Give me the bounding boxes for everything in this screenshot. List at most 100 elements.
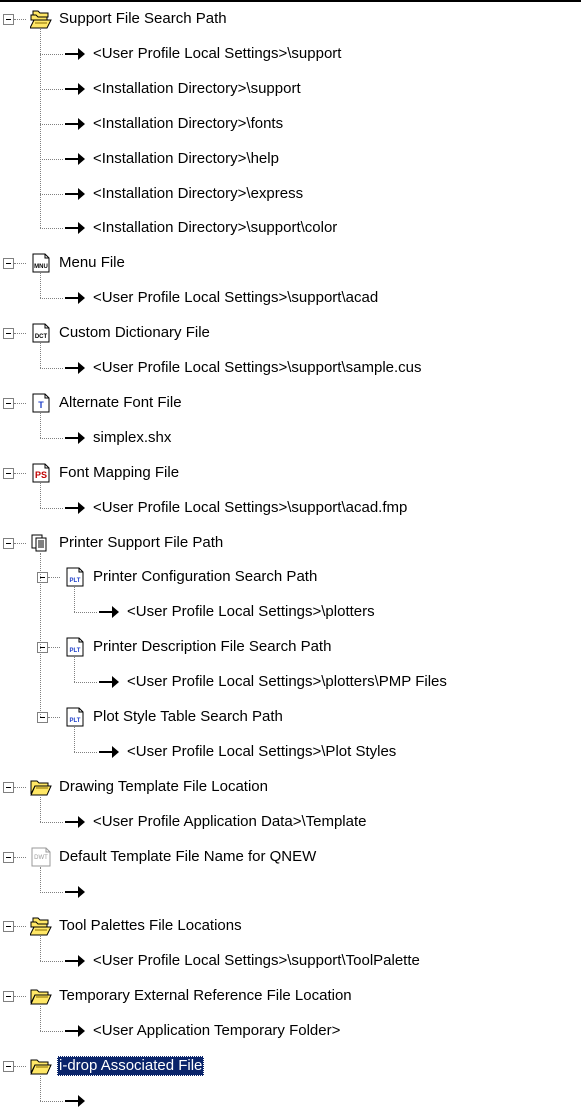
tree-connector — [40, 228, 63, 230]
path-value — [91, 1100, 95, 1102]
collapse-toggle-icon[interactable] — [3, 851, 14, 863]
tree-leaf-item[interactable]: <User Profile Local Settings>\support\ac… — [64, 286, 380, 310]
node-label: Support File Search Path — [59, 10, 227, 27]
node-label: Printer Configuration Search Path — [93, 568, 318, 586]
tree-node-item[interactable]: Drawing Template File Location — [30, 775, 270, 799]
collapse-toggle-icon[interactable] — [37, 712, 48, 723]
plot-file-icon: PLT — [64, 637, 86, 657]
collapse-toggle-icon[interactable] — [3, 14, 14, 25]
tree-connector — [48, 717, 60, 718]
tree-connector — [48, 647, 60, 649]
tree-leaf-item[interactable]: <User Profile Local Settings>\plotters\P… — [98, 670, 449, 694]
collapse-toggle-icon[interactable] — [3, 328, 14, 340]
svg-text:T: T — [38, 400, 44, 410]
tree-leaf-item[interactable]: <Installation Directory>\express — [64, 182, 305, 206]
tree-connector — [74, 682, 97, 684]
tree-connector — [74, 751, 97, 753]
path-value: simplex.shx — [93, 428, 172, 446]
tree-connector — [14, 472, 26, 474]
tree-leaf-item[interactable]: <Installation Directory>\help — [64, 147, 281, 171]
tree-node-item[interactable]: MNU Menu File — [30, 251, 127, 275]
tree-node-item[interactable]: Tool Palettes File Locations — [30, 914, 244, 938]
tree-node-item[interactable]: DCT Custom Dictionary File — [30, 321, 212, 345]
path-value: <User Profile Local Settings>\support — [93, 44, 342, 62]
tree-leaf-item[interactable]: <User Profile Local Settings>\support\To… — [64, 949, 422, 973]
node-label: i-drop Associated File — [57, 1056, 205, 1076]
arrow-right-icon — [64, 44, 86, 64]
tree-connector — [40, 437, 63, 439]
tree-connector — [40, 507, 63, 509]
collapse-toggle-icon[interactable] — [3, 258, 14, 270]
tree-leaf-item[interactable]: <User Profile Local Settings>\plotters — [98, 600, 377, 624]
menu-file-icon: MNU — [30, 253, 52, 273]
tree-connector — [40, 1006, 41, 1032]
tree-node-item[interactable]: PLT Printer Configuration Search Path — [64, 565, 319, 589]
tree-leaf-item[interactable]: <User Profile Local Settings>\support\ac… — [64, 496, 409, 520]
tree-connector — [40, 552, 41, 717]
tree-leaf-item[interactable]: <User Profile Local Settings>\support — [64, 42, 343, 66]
svg-text:PLT: PLT — [70, 648, 81, 654]
tree-leaf-item[interactable] — [64, 1089, 95, 1113]
path-value: <Installation Directory>\support\color — [93, 219, 338, 237]
multi-folder-icon — [30, 9, 52, 29]
arrow-right-icon — [98, 602, 120, 622]
tree-node-item[interactable]: PLT Printer Description File Search Path — [64, 635, 333, 659]
node-label: Menu File — [59, 254, 125, 272]
arrow-right-icon — [98, 672, 120, 692]
tree-leaf-item[interactable]: <User Application Temporary Folder> — [64, 1019, 342, 1043]
collapse-toggle-icon[interactable] — [37, 642, 48, 654]
collapse-toggle-icon[interactable] — [3, 397, 14, 409]
arrow-right-icon — [64, 951, 86, 971]
tree-connector — [74, 727, 75, 752]
tree-connector — [40, 343, 41, 368]
tree-connector — [14, 786, 26, 788]
tree-leaf-item[interactable]: <Installation Directory>\support\color — [64, 216, 339, 240]
tree-leaf-item[interactable]: <User Profile Local Settings>\support\sa… — [64, 356, 424, 380]
tree-node-item[interactable]: Printer Support File Path — [30, 531, 225, 555]
collapse-toggle-icon[interactable] — [37, 572, 48, 584]
tree-connector — [40, 821, 63, 823]
tree-connector — [40, 193, 63, 195]
path-value: <Installation Directory>\help — [93, 149, 279, 167]
tree-connector — [74, 587, 75, 613]
path-value: <User Profile Application Data>\Template — [93, 812, 367, 830]
font-mapping-file-icon: PS — [30, 463, 52, 483]
tree-node-item[interactable]: Temporary External Reference File Locati… — [30, 984, 354, 1008]
tree-connector — [40, 123, 63, 125]
path-value: <Installation Directory>\fonts — [93, 114, 284, 132]
tree-leaf-item[interactable]: simplex.shx — [64, 426, 173, 450]
collapse-toggle-icon[interactable] — [3, 1061, 14, 1072]
path-value: <User Profile Local Settings>\plotters\P… — [127, 673, 447, 691]
tree-leaf-item[interactable] — [64, 880, 95, 904]
arrow-right-icon — [64, 288, 86, 308]
files-tree[interactable]: Support File Search Path <User Profile Lo… — [0, 0, 581, 1107]
template-file-icon: DWT — [30, 847, 52, 867]
tree-leaf-item[interactable]: <User Profile Local Settings>\Plot Style… — [98, 740, 398, 764]
arrow-right-icon — [64, 149, 86, 169]
open-folder-icon — [30, 1056, 52, 1076]
tree-connector — [74, 657, 75, 683]
tree-connector — [74, 612, 97, 614]
tree-node-item[interactable]: i-drop Associated File — [30, 1054, 205, 1078]
arrow-right-icon — [64, 218, 86, 238]
node-label: Default Template File Name for QNEW — [59, 847, 317, 865]
collapse-toggle-icon[interactable] — [3, 991, 14, 1003]
tree-connector — [40, 936, 41, 962]
tree-leaf-item[interactable]: <Installation Directory>\fonts — [64, 112, 285, 136]
tree-node-item[interactable]: PLT Plot Style Table Search Path — [64, 705, 285, 729]
tree-leaf-item[interactable]: <Installation Directory>\support — [64, 77, 303, 101]
collapse-toggle-icon[interactable] — [3, 781, 14, 793]
tree-connector — [14, 542, 26, 544]
collapse-toggle-icon[interactable] — [3, 467, 14, 479]
arrow-right-icon — [64, 79, 86, 99]
tree-connector — [40, 158, 63, 160]
collapse-toggle-icon[interactable] — [3, 921, 14, 933]
collapse-toggle-icon[interactable] — [3, 537, 14, 549]
printer-files-icon — [30, 533, 52, 553]
tree-node-item[interactable]: Support File Search Path — [30, 7, 229, 31]
tree-connector — [40, 368, 63, 369]
tree-node-item[interactable]: DWT Default Template File Name for QNEW — [30, 845, 318, 869]
tree-node-item[interactable]: PS Font Mapping File — [30, 461, 181, 485]
tree-node-item[interactable]: T Alternate Font File — [30, 391, 184, 415]
tree-leaf-item[interactable]: <User Profile Application Data>\Template — [64, 810, 368, 834]
